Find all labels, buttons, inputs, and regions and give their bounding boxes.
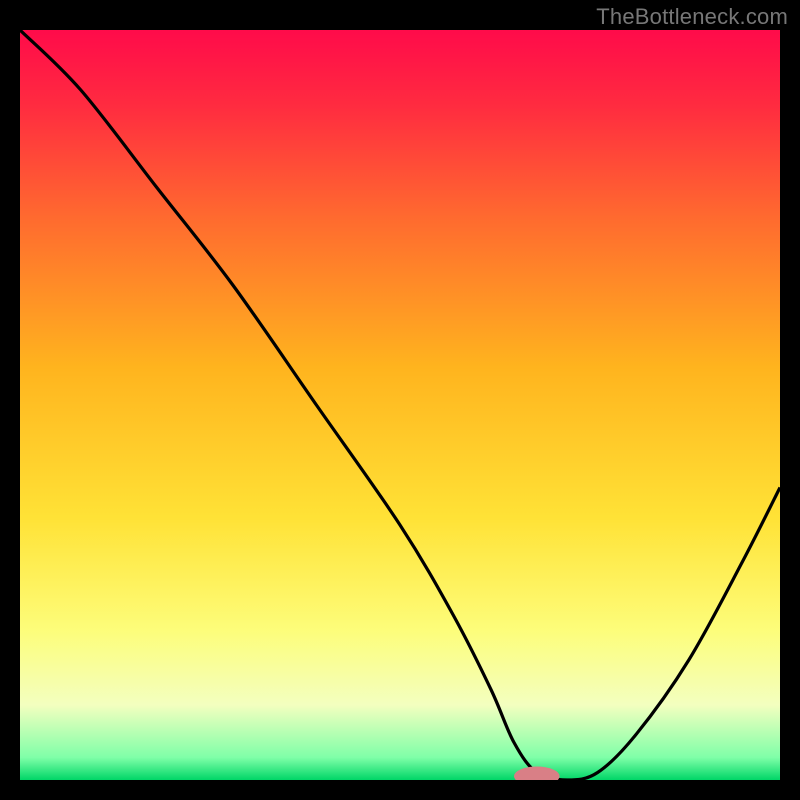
bottleneck-chart-svg: [20, 30, 780, 780]
chart-container: [20, 30, 780, 780]
watermark-text: TheBottleneck.com: [596, 4, 788, 30]
chart-background: [20, 30, 780, 780]
